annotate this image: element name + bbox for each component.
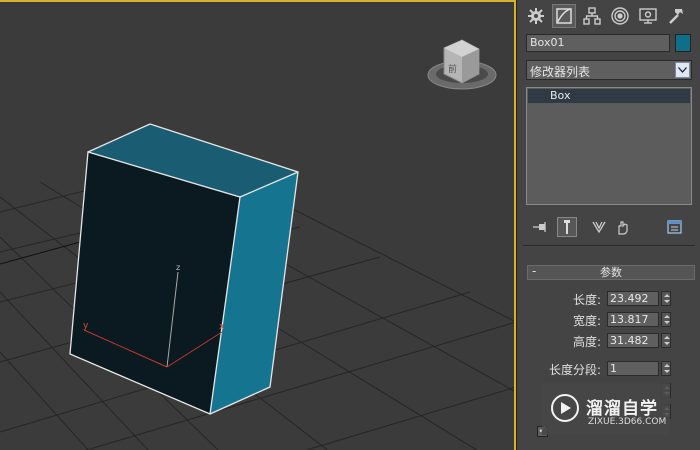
parameters-rollout-title: 参数 [600, 266, 622, 279]
object-name-field[interactable]: Box01 [526, 34, 670, 52]
modifier-stack[interactable]: Box [526, 87, 692, 205]
axis-label-y: y [83, 321, 89, 331]
width-spinner[interactable] [661, 312, 671, 327]
modifier-stack-item-box[interactable]: Box [528, 89, 690, 103]
parameters-rollout-header[interactable]: - 参数 [527, 264, 695, 280]
chevron-down-icon[interactable] [675, 62, 690, 78]
height-label: 高度: [572, 335, 601, 349]
length-label: 长度: [572, 293, 601, 307]
hierarchy-icon[interactable] [580, 4, 604, 28]
panel-divider [523, 245, 695, 246]
modifier-stack-toolbar [527, 215, 695, 239]
modifier-list-label: 修改器列表 [530, 65, 591, 79]
length-spinner[interactable] [661, 291, 671, 306]
modifier-list-dropdown[interactable]: 修改器列表 [526, 60, 692, 80]
make-unique-icon[interactable] [589, 217, 609, 237]
object-color-swatch[interactable] [675, 34, 691, 52]
perspective-viewport[interactable]: z y x 前 [0, 0, 516, 450]
height-row: 高度: [560, 333, 601, 349]
show-end-result-icon[interactable] [557, 217, 577, 237]
length-segs-input[interactable]: 1 [607, 361, 659, 376]
pin-stack-icon[interactable] [531, 217, 551, 237]
watermark-url: ZIXUE.3D66.COM [588, 417, 667, 427]
length-segs-label: 长度分段: [548, 363, 601, 377]
viewport-scene: z y x 前 [0, 39, 514, 450]
create-icon[interactable] [524, 4, 548, 28]
width-label: 宽度: [572, 314, 601, 328]
utilities-icon[interactable] [664, 4, 688, 28]
viewcube-face-label: 前 [448, 63, 457, 75]
width-row: 宽度: [560, 312, 601, 328]
axis-label-x: x [219, 322, 225, 332]
length-input[interactable]: 23.492 [607, 291, 659, 306]
site-watermark: 溜溜自学 ZIXUE.3D66.COM [542, 383, 670, 435]
height-spinner[interactable] [661, 333, 671, 348]
watermark-title: 溜溜自学 [586, 399, 658, 419]
length-segs-spinner[interactable] [661, 361, 671, 376]
box01-mesh[interactable] [69, 123, 299, 415]
command-panel-tabs [521, 2, 699, 30]
motion-icon[interactable] [608, 4, 632, 28]
viewcube-icon[interactable]: 前 [427, 39, 497, 90]
watermark-logo-icon [551, 394, 579, 422]
remove-modifier-icon[interactable] [613, 217, 633, 237]
length-segs-row: 长度分段: [540, 361, 601, 377]
height-input[interactable]: 31.482 [607, 333, 659, 348]
world-axis-line [0, 241, 81, 265]
configure-sets-icon[interactable] [665, 217, 685, 237]
display-icon[interactable] [636, 4, 660, 28]
length-row: 长度: [560, 291, 601, 307]
width-input[interactable]: 13.817 [607, 312, 659, 327]
modify-icon[interactable] [552, 4, 576, 28]
axis-label-z: z [176, 263, 180, 272]
